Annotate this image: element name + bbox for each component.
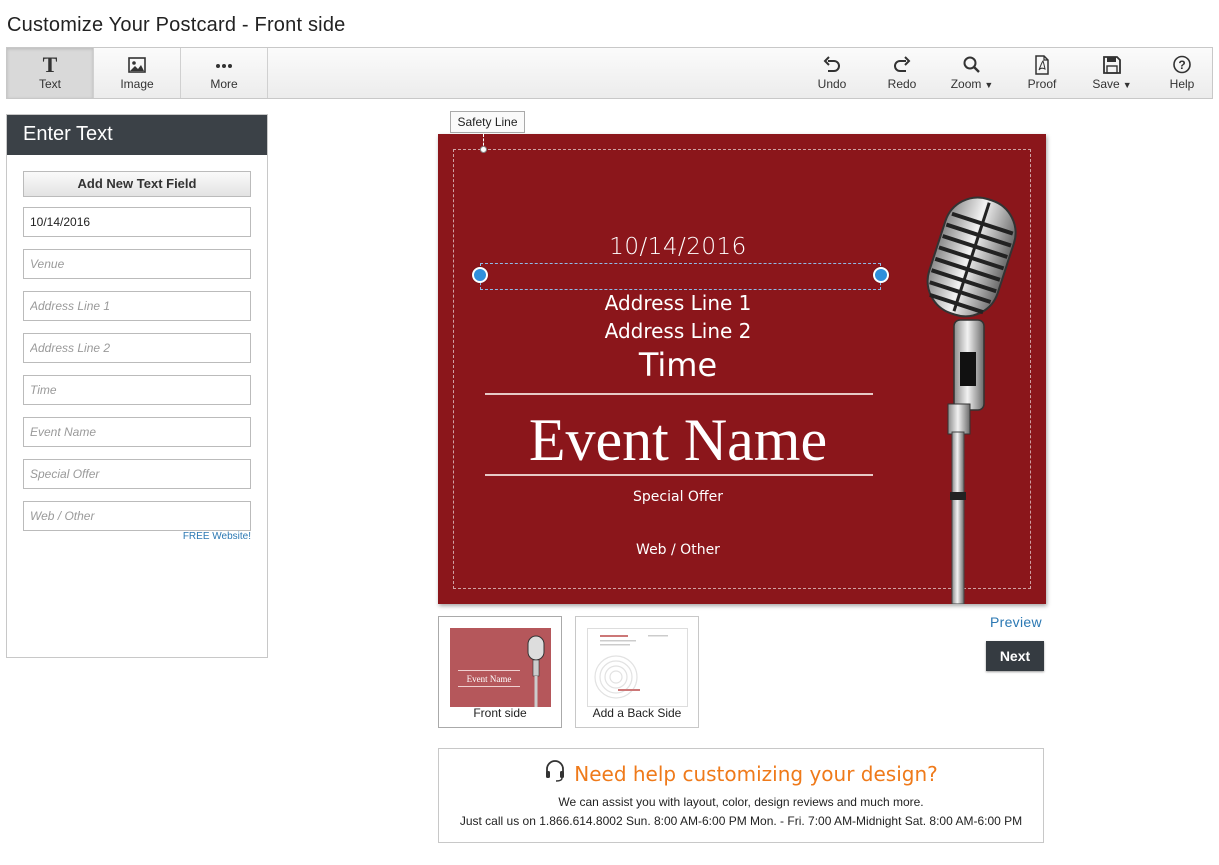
next-button[interactable]: Next [986, 641, 1044, 671]
card-divider-bottom [485, 474, 873, 476]
microphone-image [926, 196, 1017, 604]
more-icon [213, 55, 235, 75]
undo-button[interactable]: Undo [797, 48, 867, 98]
thumb-microphone-image [527, 635, 545, 707]
add-new-text-field-button[interactable]: Add New Text Field [23, 171, 251, 197]
front-side-label: Front side [473, 706, 527, 720]
card-time-text[interactable]: Time [478, 346, 878, 384]
zoom-icon [962, 55, 982, 75]
text-tool-button[interactable]: T Text [7, 48, 94, 98]
svg-text:?: ? [1178, 58, 1185, 72]
image-tool-label: Image [120, 77, 154, 91]
safety-line-button[interactable]: Safety Line [450, 111, 525, 133]
undo-label: Undo [817, 77, 847, 91]
image-icon [127, 55, 147, 75]
zoom-label: Zoom [950, 77, 982, 91]
thumb-divider [458, 686, 520, 687]
save-icon [1102, 55, 1122, 75]
svg-text:T: T [43, 55, 58, 75]
image-tool-button[interactable]: Image [94, 48, 181, 98]
redo-icon [892, 55, 912, 75]
rotate-handle[interactable] [480, 146, 487, 153]
add-back-side-thumbnail[interactable]: Add a Back Side [575, 616, 699, 728]
fingerprint-graphic [594, 635, 668, 699]
card-web-other[interactable]: Web / Other [478, 542, 878, 558]
venue-field[interactable] [23, 249, 251, 279]
save-button[interactable]: Save ▼ [1077, 48, 1147, 98]
more-tool-label: More [210, 77, 238, 91]
selected-text-box[interactable] [480, 263, 881, 290]
card-special-offer[interactable]: Special Offer [478, 489, 878, 505]
save-label: Save [1092, 77, 1120, 91]
text-icon: T [39, 55, 61, 75]
redo-label: Redo [887, 77, 917, 91]
address-line-2-field[interactable] [23, 333, 251, 363]
resize-handle-left[interactable] [472, 267, 488, 283]
help-phone-hours: Just call us on 1.866.614.8002 Sun. 8:00… [459, 814, 1023, 828]
text-tool-label: Text [38, 77, 61, 91]
time-field[interactable] [23, 375, 251, 405]
help-label: Help [1169, 77, 1195, 91]
free-website-link[interactable]: FREE Website! [183, 531, 251, 542]
headset-icon [544, 759, 566, 788]
address-line-1-field[interactable] [23, 291, 251, 321]
proof-label: Proof [1027, 77, 1057, 91]
resize-handle-right[interactable] [873, 267, 889, 283]
front-side-preview-image: Event Name [450, 628, 551, 707]
card-date-text[interactable]: 10/14/2016 [478, 234, 878, 260]
card-address-line-1[interactable]: Address Line 1 [478, 291, 878, 315]
front-side-thumbnail[interactable]: Event Name Front side [438, 616, 562, 728]
postcard-canvas[interactable]: 10/14/2016 Address Line 1 Address Line 2… [438, 134, 1046, 604]
help-description: We can assist you with layout, color, de… [558, 795, 924, 809]
chevron-down-icon: ▼ [984, 80, 994, 90]
page-title: Customize Your Postcard - Front side [7, 14, 346, 36]
redo-button[interactable]: Redo [867, 48, 937, 98]
back-side-preview-image [587, 628, 688, 707]
special-offer-field[interactable] [23, 459, 251, 489]
help-box: Need help customizing your design? We ca… [438, 748, 1044, 843]
event-name-field[interactable] [23, 417, 251, 447]
web-other-field[interactable] [23, 501, 251, 531]
zoom-button[interactable]: Zoom ▼ [937, 48, 1007, 98]
panel-title: Enter Text [7, 115, 267, 155]
enter-text-panel: Enter Text Add New Text Field FREE Websi… [6, 114, 268, 658]
help-title: Need help customizing your design? [574, 761, 938, 786]
card-event-name[interactable]: Event Name [478, 406, 878, 475]
undo-icon [822, 55, 842, 75]
preview-link[interactable]: Preview [990, 614, 1042, 630]
proof-button[interactable]: Proof [1007, 48, 1077, 98]
card-address-line-2[interactable]: Address Line 2 [478, 319, 878, 343]
card-divider-top [485, 393, 873, 395]
date-field[interactable] [23, 207, 251, 237]
help-button[interactable]: ? Help [1147, 48, 1217, 98]
pdf-icon [1032, 55, 1052, 75]
add-back-side-label: Add a Back Side [592, 706, 682, 720]
toolbar: T Text Image More Undo Redo Zoom ▼ Proof… [6, 47, 1213, 99]
more-tool-button[interactable]: More [181, 48, 268, 98]
thumb-event-name: Event Name [466, 674, 512, 684]
thumb-divider [458, 670, 520, 671]
chevron-down-icon: ▼ [1122, 80, 1132, 90]
help-icon: ? [1172, 55, 1192, 75]
